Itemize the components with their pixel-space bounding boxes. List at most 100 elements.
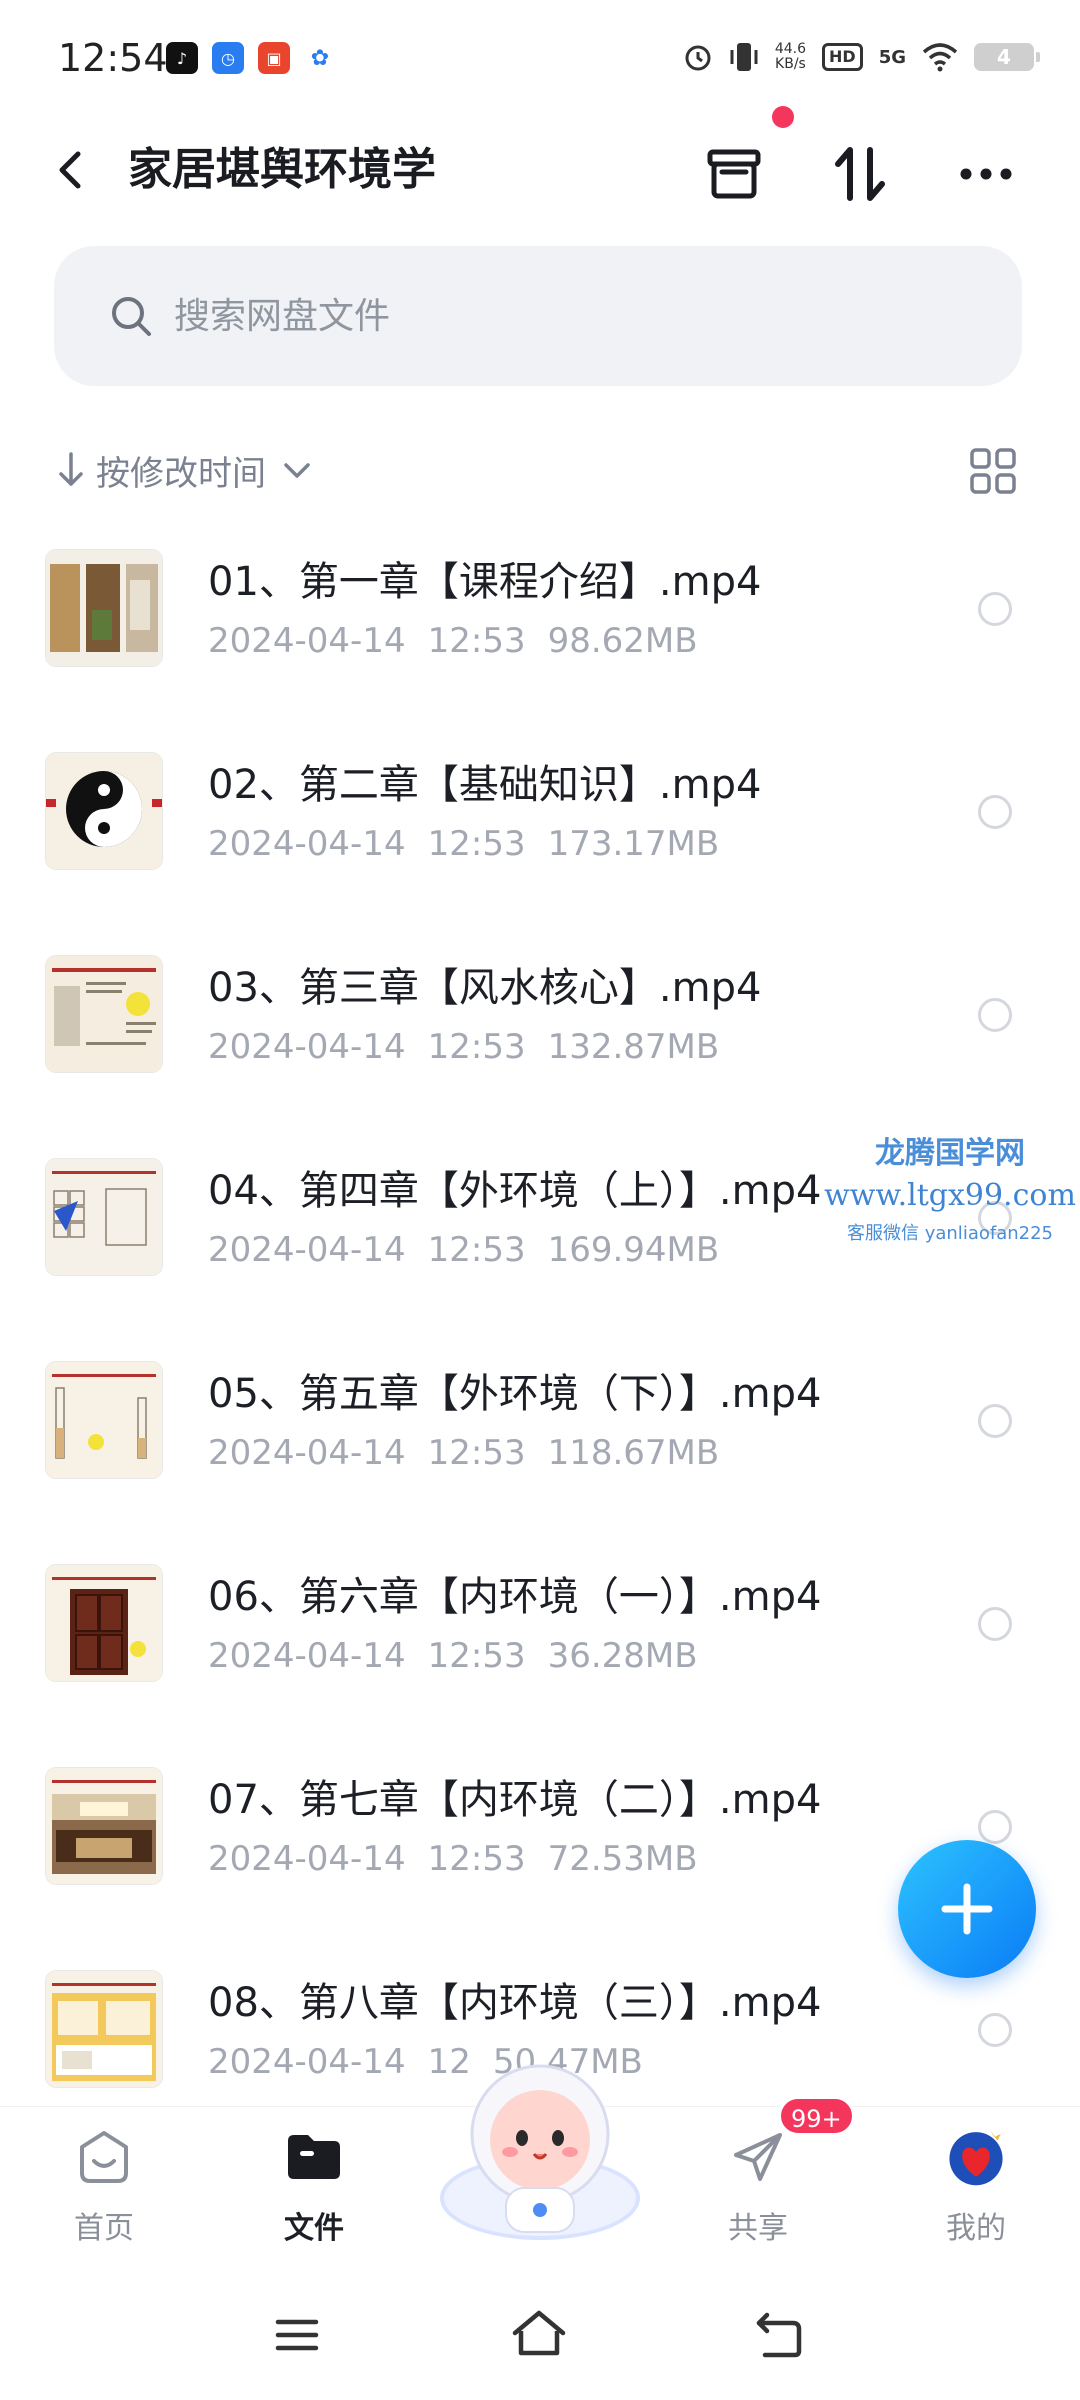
system-menu-button[interactable] [262, 2300, 332, 2370]
sort-order-button[interactable] [822, 136, 898, 212]
select-radio[interactable] [978, 2013, 1012, 2047]
alarm-icon [685, 45, 711, 71]
file-size: 173.17MB [547, 824, 720, 864]
select-radio[interactable] [978, 998, 1012, 1032]
arrow-down-icon [59, 452, 83, 486]
page-title: 家居堪舆环境学 [128, 144, 436, 195]
more-options-button[interactable] [948, 136, 1024, 212]
search-icon [112, 297, 151, 336]
video-thumbnail [46, 1362, 162, 1478]
video-thumbnail [46, 1768, 162, 1884]
more-dots-icon [960, 168, 1012, 180]
file-name: 02、第二章【基础知识】.mp4 [208, 762, 762, 808]
file-name: 06、第六章【内环境（一）】.mp4 [208, 1574, 822, 1620]
file-name: 03、第三章【风水核心】.mp4 [208, 965, 762, 1011]
file-row[interactable]: 06、第六章【内环境（一）】.mp4 2024-04-14 12:53 36.28M… [0, 1545, 1080, 1748]
search-input[interactable] [174, 295, 874, 337]
nav-item-home[interactable]: 首页 [24, 2107, 184, 2267]
select-radio[interactable] [978, 1607, 1012, 1641]
grid-view-toggle[interactable] [968, 446, 1018, 496]
file-meta: 2024-04-14 12:53 132.87MB [208, 1024, 719, 1070]
file-row[interactable]: 02、第二章【基础知识】.mp4 2024-04-14 12:53 173.17MB [0, 733, 1080, 936]
home-icon [74, 2127, 134, 2187]
search-bar[interactable] [54, 246, 1022, 386]
file-row[interactable]: 05、第五章【外环境（下）】.mp4 2024-04-14 12:53 118.67… [0, 1342, 1080, 1545]
file-size: 36.28MB [547, 1636, 698, 1676]
page-header: 家居堪舆环境学 [0, 118, 1080, 228]
net-speed-unit: KB/s [775, 56, 806, 72]
select-radio[interactable] [978, 592, 1012, 626]
mascot-icon [440, 2064, 640, 2240]
news-app-icon: ▣ [258, 42, 290, 74]
file-date: 2024-04-14 [208, 1636, 406, 1676]
nav-label-share: 共享 [728, 2211, 788, 2246]
file-date: 2024-04-14 [208, 621, 406, 661]
avatar [946, 2127, 1006, 2187]
wifi-icon [922, 43, 958, 72]
system-back-button[interactable] [744, 2300, 814, 2370]
status-bar: 12:54 ♪ ◷ ▣ ✿ 44.6 KB/s HD 5G 4 [0, 0, 1080, 115]
select-radio[interactable] [978, 1404, 1012, 1438]
file-date: 2024-04-14 [208, 1433, 406, 1473]
nav-item-mine[interactable]: 我的 [896, 2107, 1056, 2267]
file-time: 12:53 [427, 1839, 526, 1879]
network-speed: 44.6 KB/s [775, 42, 806, 72]
status-indicators: 44.6 KB/s HD 5G 4 [683, 40, 1040, 74]
chevron-down-icon [284, 463, 310, 478]
file-size: 98.62MB [547, 621, 698, 661]
transfer-list-button[interactable] [696, 136, 772, 212]
nav-label-files: 文件 [284, 2211, 344, 2246]
file-size: 132.87MB [547, 1027, 720, 1067]
video-thumbnail [46, 1159, 162, 1275]
watermark-url: www.ltgx99.com [824, 1178, 1076, 1213]
system-home-button[interactable] [504, 2300, 574, 2370]
select-radio[interactable] [978, 1810, 1012, 1844]
nav-label-home: 首页 [74, 2211, 134, 2246]
menu-lines-icon [275, 2319, 319, 2351]
file-time: 12:53 [427, 1230, 526, 1270]
file-meta: 2024-04-14 12:53 118.67MB [208, 1430, 719, 1476]
file-meta: 2024-04-14 12:53 169.94MB [208, 1227, 719, 1273]
file-time: 12:53 [427, 621, 526, 661]
file-size: 72.53MB [547, 1839, 698, 1879]
watermark: 龙腾国学网 www.ltgx99.com 客服微信 yanliaofan225 [820, 1128, 1080, 1245]
music-app-icon: ♪ [166, 42, 198, 74]
watermark-title: 龙腾国学网 [875, 1136, 1025, 1171]
video-thumbnail [46, 1971, 162, 2087]
sort-arrows-icon [835, 147, 885, 201]
file-meta: 2024-04-14 12:53 36.28MB [208, 1633, 698, 1679]
vibrate-icon [730, 43, 758, 71]
file-row[interactable]: 03、第三章【风水核心】.mp4 2024-04-14 12:53 132.87MB [0, 936, 1080, 1139]
nav-label-mine: 我的 [946, 2211, 1006, 2246]
sort-label: 按修改时间 [96, 453, 266, 494]
file-time: 12:53 [427, 1636, 526, 1676]
file-row[interactable]: 01、第一章【课程介绍】.mp4 2024-04-14 12:53 98.62MB [0, 530, 1080, 733]
nav-item-files[interactable]: 文件 [234, 2107, 394, 2267]
file-time: 12:53 [427, 1027, 526, 1067]
notification-dot [772, 106, 794, 128]
status-time: 12:54 [58, 36, 168, 80]
file-name: 08、第八章【内环境（三）】.mp4 [208, 1980, 822, 2026]
file-meta: 2024-04-14 12:53 72.53MB [208, 1836, 698, 1882]
system-nav-bar [0, 2270, 1080, 2400]
file-date: 2024-04-14 [208, 824, 406, 864]
select-radio[interactable] [978, 795, 1012, 829]
plus-icon [941, 1883, 993, 1935]
file-name: 07、第七章【内环境（二）】.mp4 [208, 1777, 822, 1823]
hd-indicator: HD [822, 43, 863, 71]
sort-selector[interactable]: 按修改时间 [56, 440, 314, 500]
file-date: 2024-04-14 [208, 1027, 406, 1067]
back-button[interactable] [44, 140, 104, 200]
back-arrow-icon [59, 151, 81, 189]
signal-5g-indicator: 5G [878, 46, 906, 68]
alarm-app-icon: ◷ [212, 42, 244, 74]
video-thumbnail [46, 1565, 162, 1681]
add-button[interactable] [898, 1840, 1036, 1978]
mascot-center-button[interactable] [430, 2048, 650, 2248]
archive-box-icon [707, 149, 761, 199]
file-name: 05、第五章【外环境（下）】.mp4 [208, 1371, 822, 1417]
file-time: 12:53 [427, 824, 526, 864]
file-date: 2024-04-14 [208, 1230, 406, 1270]
file-date: 2024-04-14 [208, 1839, 406, 1879]
video-thumbnail [46, 550, 162, 666]
